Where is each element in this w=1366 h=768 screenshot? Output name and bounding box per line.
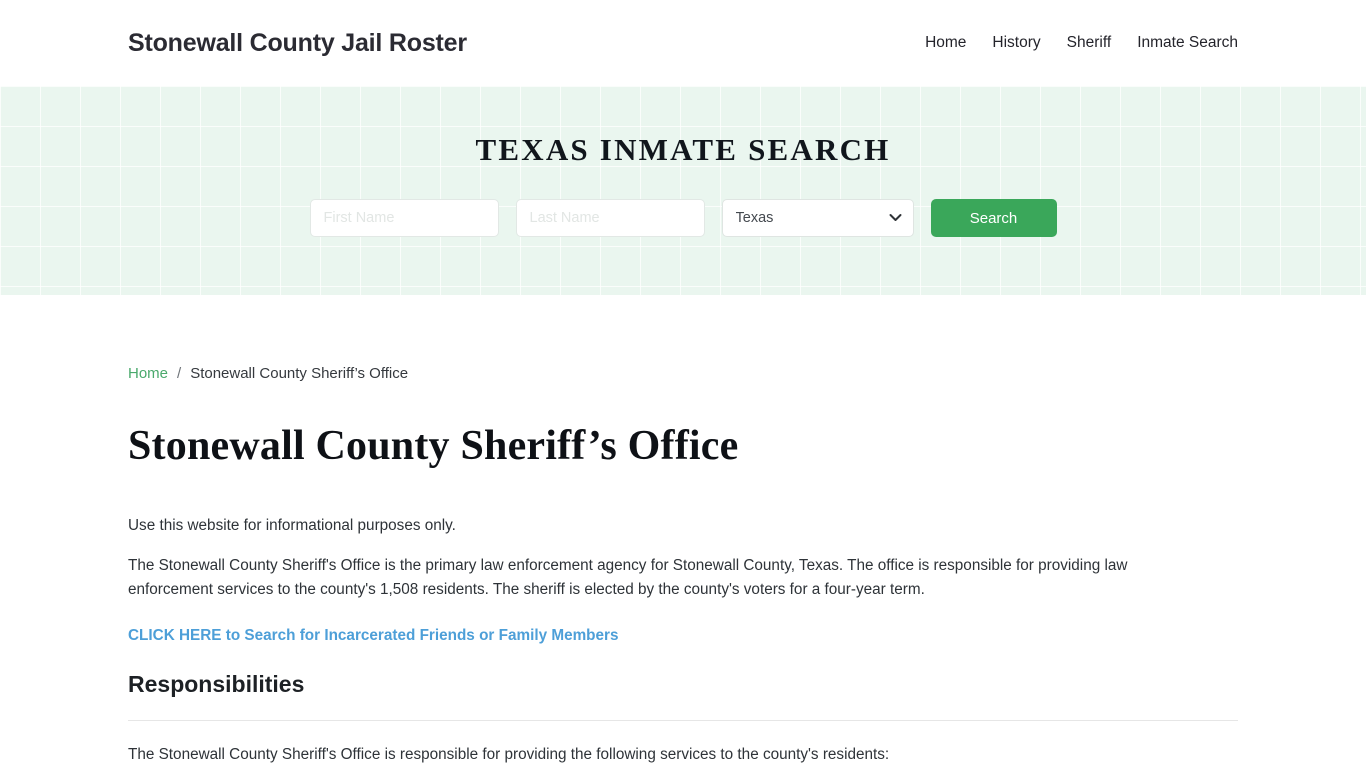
hero-search-section: TEXAS INMATE SEARCH Texas Search: [0, 86, 1366, 295]
main-content: Home / Stonewall County Sheriff’s Office…: [0, 295, 1366, 768]
primary-nav: Home History Sheriff Inmate Search: [925, 34, 1238, 52]
site-header: Stonewall County Jail Roster Home Histor…: [0, 0, 1366, 86]
state-select-wrapper: Texas: [721, 199, 914, 237]
first-name-input[interactable]: [309, 199, 499, 237]
state-select[interactable]: Texas: [721, 199, 914, 237]
inmate-search-form: Texas Search: [309, 199, 1057, 237]
nav-item-history[interactable]: History: [992, 34, 1040, 52]
page-title: Stonewall County Sheriff’s Office: [128, 423, 739, 469]
site-brand[interactable]: Stonewall County Jail Roster: [128, 29, 467, 58]
hero-title: TEXAS INMATE SEARCH: [475, 132, 891, 167]
search-button[interactable]: Search: [930, 199, 1057, 237]
nav-item-home[interactable]: Home: [925, 34, 966, 52]
breadcrumb-current: Stonewall County Sheriff’s Office: [190, 365, 409, 382]
breadcrumb-separator: /: [177, 365, 182, 382]
responsibilities-heading: Responsibilities: [128, 671, 305, 697]
last-name-input[interactable]: [515, 199, 705, 237]
nav-item-sheriff[interactable]: Sheriff: [1067, 34, 1112, 52]
breadcrumb: Home / Stonewall County Sheriff’s Office: [128, 295, 1238, 382]
section-divider: [128, 720, 1238, 721]
inmate-search-cta-link[interactable]: CLICK HERE to Search for Incarcerated Fr…: [128, 627, 619, 645]
services-intro-paragraph: The Stonewall County Sheriff's Office is…: [128, 746, 890, 763]
intro-paragraph: The Stonewall County Sheriff's Office is…: [128, 557, 1128, 598]
disclaimer-text: Use this website for informational purpo…: [128, 517, 456, 534]
breadcrumb-home-link[interactable]: Home: [128, 365, 168, 382]
nav-item-inmate-search[interactable]: Inmate Search: [1137, 34, 1238, 52]
